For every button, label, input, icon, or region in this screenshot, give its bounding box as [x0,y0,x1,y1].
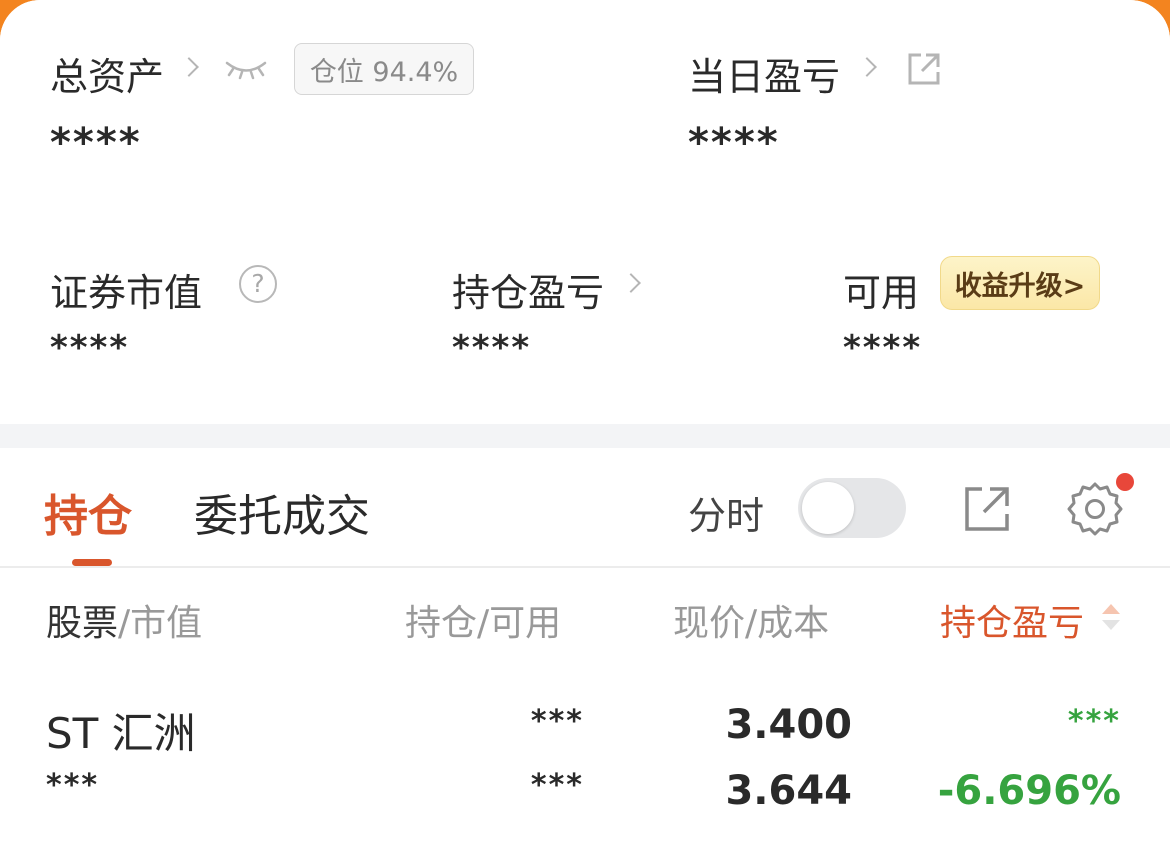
section-divider [0,424,1170,448]
holding-pnl-value: **** [452,328,532,368]
stock-name: ST 汇洲 [46,709,196,758]
gear-icon[interactable] [1066,480,1124,538]
column-header-price: 现价/成本 [673,594,829,646]
available-label: 可用 [843,271,920,315]
cost-header-label: /成本 [745,603,830,644]
sort-icon[interactable] [1100,602,1122,632]
chevron-right-icon[interactable] [179,57,199,77]
account-card: 总资产 仓位 94.4% **** 当日盈亏 **** 证券市值 ? **** … [0,0,1170,842]
holding-header-label: 持仓 [405,603,478,644]
pnl-amount: *** [1067,704,1121,739]
available-header-label: /可用 [477,603,562,644]
timeshare-label: 分时 [688,494,765,538]
tab-holdings[interactable]: 持仓 [44,480,132,544]
holding-pnl-label[interactable]: 持仓盈亏 [452,262,604,317]
pnl-header-label: 持仓盈亏 [940,603,1085,644]
stock-header-label: 股票 [46,603,119,644]
column-header-holding: 持仓/可用 [405,594,561,646]
market-value-label: 证券市值 [50,271,203,315]
position-ratio-badge: 仓位 94.4% [294,43,474,95]
help-icon[interactable]: ? [239,265,277,303]
daily-pnl-value: **** [688,120,780,166]
eye-closed-icon[interactable] [224,58,268,80]
total-assets-value: **** [50,120,142,166]
cost-price: 3.644 [725,768,852,814]
yield-upgrade-button[interactable]: 收益升级> [940,256,1100,310]
pnl-percent: -6.696% [937,768,1121,814]
active-tab-indicator [72,559,112,566]
available-value: **** [843,328,923,368]
timeshare-toggle[interactable] [798,478,906,538]
daily-pnl-label[interactable]: 当日盈亏 [688,46,840,101]
tabs-divider [0,566,1170,568]
position-qty: *** [530,704,584,739]
market-value-header-label: /市值 [118,603,203,644]
toggle-knob [802,482,854,534]
current-price: 3.400 [725,702,852,748]
asset-summary: 总资产 仓位 94.4% **** 当日盈亏 **** 证券市值 ? **** … [0,0,1170,424]
notification-dot [1116,473,1134,491]
market-value-value: **** [50,328,130,368]
price-header-label: 现价 [673,603,746,644]
column-header-pnl[interactable]: 持仓盈亏 [940,594,1084,646]
stock-market-value: *** [46,768,100,803]
tab-orders[interactable]: 委托成交 [194,480,370,544]
total-assets-label[interactable]: 总资产 [50,46,164,101]
available-qty: *** [530,768,584,803]
external-link-icon[interactable] [962,484,1012,534]
column-header-stock: 股票/市值 [46,594,202,646]
chevron-right-icon[interactable] [621,273,641,293]
external-link-icon[interactable] [905,50,943,88]
chevron-right-icon[interactable] [857,57,877,77]
